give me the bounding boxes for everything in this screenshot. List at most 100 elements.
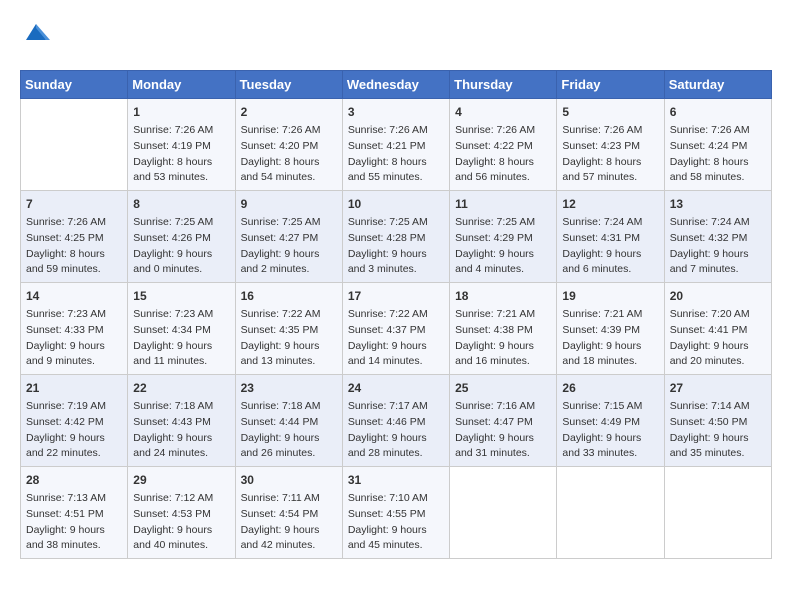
- cell-text: Sunset: 4:39 PM: [562, 323, 658, 339]
- cell-text: Sunset: 4:44 PM: [241, 415, 337, 431]
- calendar-cell: 17Sunrise: 7:22 AMSunset: 4:37 PMDayligh…: [342, 283, 449, 375]
- cell-text: Daylight: 9 hours: [241, 247, 337, 263]
- cell-text: and 22 minutes.: [26, 446, 122, 462]
- day-number: 22: [133, 379, 229, 397]
- calendar-cell: 11Sunrise: 7:25 AMSunset: 4:29 PMDayligh…: [450, 191, 557, 283]
- cell-text: Daylight: 9 hours: [348, 247, 444, 263]
- cell-text: and 59 minutes.: [26, 262, 122, 278]
- calendar-cell: 28Sunrise: 7:13 AMSunset: 4:51 PMDayligh…: [21, 467, 128, 559]
- calendar-cell: 27Sunrise: 7:14 AMSunset: 4:50 PMDayligh…: [664, 375, 771, 467]
- cell-text: Daylight: 9 hours: [133, 431, 229, 447]
- cell-text: and 55 minutes.: [348, 170, 444, 186]
- cell-text: and 35 minutes.: [670, 446, 766, 462]
- cell-text: Sunrise: 7:13 AM: [26, 491, 122, 507]
- day-number: 29: [133, 471, 229, 489]
- calendar-cell: 8Sunrise: 7:25 AMSunset: 4:26 PMDaylight…: [128, 191, 235, 283]
- logo: [20, 20, 50, 54]
- calendar-cell: 4 Sunrise: 7:26 AMSunset: 4:22 PMDaylight…: [450, 99, 557, 191]
- cell-text: Sunrise: 7:25 AM: [241, 215, 337, 231]
- cell-text: Sunset: 4:19 PM: [133, 139, 229, 155]
- calendar-cell: 30Sunrise: 7:11 AMSunset: 4:54 PMDayligh…: [235, 467, 342, 559]
- day-number: 4: [455, 103, 551, 121]
- calendar-cell: 22Sunrise: 7:18 AMSunset: 4:43 PMDayligh…: [128, 375, 235, 467]
- calendar-cell: 29Sunrise: 7:12 AMSunset: 4:53 PMDayligh…: [128, 467, 235, 559]
- day-number: 25: [455, 379, 551, 397]
- cell-text: Sunrise: 7:26 AM: [241, 123, 337, 139]
- cell-text: Daylight: 9 hours: [562, 431, 658, 447]
- cell-text: Sunrise: 7:21 AM: [562, 307, 658, 323]
- cell-text: Daylight: 9 hours: [562, 247, 658, 263]
- cell-text: Sunrise: 7:16 AM: [455, 399, 551, 415]
- cell-text: Sunrise: 7:26 AM: [670, 123, 766, 139]
- cell-text: and 33 minutes.: [562, 446, 658, 462]
- cell-text: Sunset: 4:33 PM: [26, 323, 122, 339]
- calendar-cell: 15Sunrise: 7:23 AMSunset: 4:34 PMDayligh…: [128, 283, 235, 375]
- calendar-week-row: 1Sunrise: 7:26 AMSunset: 4:19 PMDaylight…: [21, 99, 772, 191]
- cell-text: Sunset: 4:34 PM: [133, 323, 229, 339]
- day-number: 14: [26, 287, 122, 305]
- cell-text: and 58 minutes.: [670, 170, 766, 186]
- day-number: 28: [26, 471, 122, 489]
- cell-text: and 54 minutes.: [241, 170, 337, 186]
- calendar-cell: 23Sunrise: 7:18 AMSunset: 4:44 PMDayligh…: [235, 375, 342, 467]
- day-number: 27: [670, 379, 766, 397]
- cell-text: Sunrise: 7:23 AM: [26, 307, 122, 323]
- cell-text: Sunset: 4:32 PM: [670, 231, 766, 247]
- cell-text: Sunset: 4:21 PM: [348, 139, 444, 155]
- logo-icon: [22, 20, 50, 48]
- cell-text: and 7 minutes.: [670, 262, 766, 278]
- cell-text: and 42 minutes.: [241, 538, 337, 554]
- cell-text: Sunset: 4:29 PM: [455, 231, 551, 247]
- day-number: 16: [241, 287, 337, 305]
- day-number: 2: [241, 103, 337, 121]
- cell-text: Daylight: 9 hours: [455, 247, 551, 263]
- cell-text: Sunset: 4:23 PM: [562, 139, 658, 155]
- cell-text: Daylight: 9 hours: [26, 339, 122, 355]
- cell-text: and 56 minutes.: [455, 170, 551, 186]
- cell-text: Daylight: 8 hours: [133, 155, 229, 171]
- cell-text: Sunrise: 7:26 AM: [455, 123, 551, 139]
- day-number: 17: [348, 287, 444, 305]
- cell-text: Sunset: 4:46 PM: [348, 415, 444, 431]
- cell-text: Daylight: 8 hours: [26, 247, 122, 263]
- cell-text: Sunset: 4:49 PM: [562, 415, 658, 431]
- day-number: 19: [562, 287, 658, 305]
- day-number: 6: [670, 103, 766, 121]
- cell-text: Daylight: 8 hours: [455, 155, 551, 171]
- cell-text: Daylight: 9 hours: [348, 523, 444, 539]
- cell-text: Sunrise: 7:22 AM: [348, 307, 444, 323]
- weekday-header-tuesday: Tuesday: [235, 71, 342, 99]
- cell-text: Sunrise: 7:26 AM: [133, 123, 229, 139]
- day-number: 1: [133, 103, 229, 121]
- calendar-cell: 16Sunrise: 7:22 AMSunset: 4:35 PMDayligh…: [235, 283, 342, 375]
- cell-text: and 40 minutes.: [133, 538, 229, 554]
- weekday-header-friday: Friday: [557, 71, 664, 99]
- weekday-header-thursday: Thursday: [450, 71, 557, 99]
- calendar-cell: [557, 467, 664, 559]
- cell-text: and 16 minutes.: [455, 354, 551, 370]
- cell-text: Daylight: 9 hours: [241, 339, 337, 355]
- cell-text: and 2 minutes.: [241, 262, 337, 278]
- day-number: 23: [241, 379, 337, 397]
- calendar-cell: 13Sunrise: 7:24 AMSunset: 4:32 PMDayligh…: [664, 191, 771, 283]
- calendar-cell: [21, 99, 128, 191]
- day-number: 10: [348, 195, 444, 213]
- calendar-cell: 26Sunrise: 7:15 AMSunset: 4:49 PMDayligh…: [557, 375, 664, 467]
- calendar-week-row: 14Sunrise: 7:23 AMSunset: 4:33 PMDayligh…: [21, 283, 772, 375]
- cell-text: Sunrise: 7:24 AM: [670, 215, 766, 231]
- calendar-cell: 9Sunrise: 7:25 AMSunset: 4:27 PMDaylight…: [235, 191, 342, 283]
- cell-text: Sunrise: 7:18 AM: [241, 399, 337, 415]
- calendar-cell: 5Sunrise: 7:26 AMSunset: 4:23 PMDaylight…: [557, 99, 664, 191]
- day-number: 7: [26, 195, 122, 213]
- cell-text: Sunset: 4:50 PM: [670, 415, 766, 431]
- cell-text: Sunset: 4:37 PM: [348, 323, 444, 339]
- calendar-cell: 12Sunrise: 7:24 AMSunset: 4:31 PMDayligh…: [557, 191, 664, 283]
- cell-text: Sunset: 4:26 PM: [133, 231, 229, 247]
- calendar-cell: 19Sunrise: 7:21 AMSunset: 4:39 PMDayligh…: [557, 283, 664, 375]
- cell-text: Sunset: 4:22 PM: [455, 139, 551, 155]
- day-number: 5: [562, 103, 658, 121]
- cell-text: Sunset: 4:42 PM: [26, 415, 122, 431]
- cell-text: Daylight: 8 hours: [562, 155, 658, 171]
- cell-text: Daylight: 9 hours: [241, 523, 337, 539]
- cell-text: Daylight: 9 hours: [133, 523, 229, 539]
